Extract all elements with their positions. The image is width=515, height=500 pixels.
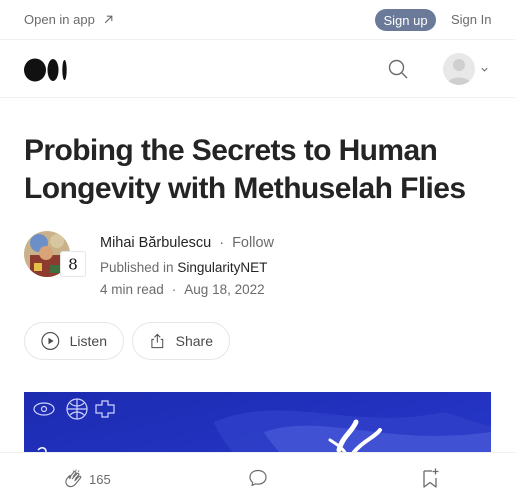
share-label: Share	[175, 333, 213, 349]
separator-dot: ·	[171, 282, 177, 297]
publication-logo[interactable]: 8	[60, 251, 86, 277]
sign-in-link[interactable]: Sign In	[451, 12, 491, 27]
site-header	[0, 40, 515, 98]
separator-dot: ·	[219, 235, 225, 251]
chevron-down-icon[interactable]	[480, 65, 489, 74]
bookmark-icon[interactable]	[420, 467, 440, 489]
clap-icon[interactable]	[63, 468, 85, 490]
author-name[interactable]: Mihai Bărbulescu	[100, 235, 211, 251]
listen-button[interactable]: Listen	[24, 322, 124, 360]
publish-date: Aug 18, 2022	[184, 282, 265, 297]
article-meta: 4 min read · Aug 18, 2022	[100, 282, 265, 297]
read-time: 4 min read	[100, 282, 164, 297]
user-avatar-icon[interactable]	[443, 53, 475, 85]
arrow-up-right-icon	[104, 15, 113, 24]
author-line: Mihai Bărbulescu · Follow	[100, 235, 274, 251]
article-title: Probing the Secrets to Human Longevity w…	[24, 134, 466, 205]
share-icon	[151, 333, 164, 349]
search-icon[interactable]	[387, 58, 409, 80]
medium-logo[interactable]	[24, 57, 69, 83]
svg-text:8: 8	[68, 255, 78, 273]
open-in-app-link[interactable]: Open in app	[24, 12, 114, 27]
follow-button[interactable]: Follow	[232, 235, 274, 251]
open-in-app-label: Open in app	[24, 12, 95, 27]
bottom-action-bar: 165	[0, 452, 515, 500]
publication-name[interactable]: SingularityNET	[177, 260, 267, 275]
published-in-line: Published in SingularityNET	[100, 260, 267, 275]
listen-label: Listen	[69, 333, 107, 349]
top-app-bar: Open in app Sign up Sign In	[0, 0, 515, 40]
sign-up-button[interactable]: Sign up	[375, 9, 436, 31]
play-icon	[41, 332, 60, 350]
published-in-prefix: Published in	[100, 260, 174, 275]
clap-count: 165	[89, 472, 111, 487]
comment-icon[interactable]	[248, 468, 268, 488]
share-button[interactable]: Share	[132, 322, 230, 360]
